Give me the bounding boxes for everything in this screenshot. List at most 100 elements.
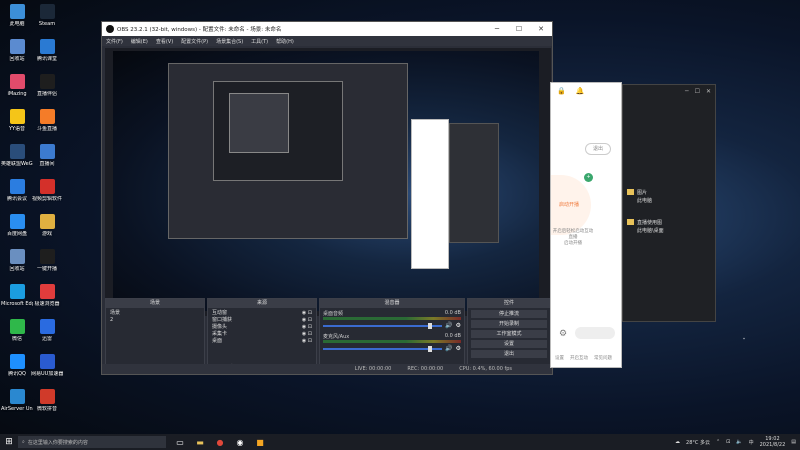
- desktop-icon[interactable]: 游戏: [31, 214, 63, 237]
- scene-item[interactable]: 2: [110, 317, 200, 324]
- app-top-icons: 🔒 🔔: [551, 83, 621, 99]
- desktop-icon[interactable]: 迅雷: [31, 319, 63, 342]
- bottom-link[interactable]: 开启互动: [570, 355, 588, 361]
- desktop-icon[interactable]: AirServer Univers...: [1, 389, 33, 412]
- desktop-icon[interactable]: 腾讯QQ: [1, 354, 33, 377]
- eye-lock-icon[interactable]: ◉ ⊡: [302, 331, 312, 338]
- desktop-icon[interactable]: 腾讯会议: [1, 179, 33, 202]
- source-item[interactable]: 桌面 ◉ ⊡: [212, 338, 312, 345]
- video-editor-icon: [39, 179, 55, 194]
- volume-icon[interactable]: 🔈: [736, 439, 742, 445]
- menu-file[interactable]: 文件(F): [106, 38, 123, 45]
- desktop-icon[interactable]: Microsoft Edge: [1, 284, 33, 307]
- eye-lock-icon[interactable]: ◉ ⊡: [302, 338, 312, 345]
- close-icon[interactable]: ✕: [706, 88, 711, 95]
- obs-logo-icon: [106, 25, 114, 33]
- explorer-item[interactable]: 此电脑: [627, 197, 652, 204]
- network-icon[interactable]: ⊡: [726, 439, 730, 445]
- task-view-icon[interactable]: ▭: [170, 434, 190, 450]
- taskbar-search[interactable]: ⌕ 在这里输入你要搜索的内容: [18, 436, 166, 448]
- obs-preview[interactable]: [105, 48, 551, 316]
- menu-scene-collection[interactable]: 场景集合(S): [216, 38, 243, 45]
- source-item[interactable]: 窗口捕获 ◉ ⊡: [212, 317, 312, 324]
- desktop-icon[interactable]: 斗鱼直播: [31, 109, 63, 132]
- tray-arrow-icon[interactable]: ⌃: [716, 439, 720, 445]
- desktop-icon[interactable]: iMazing: [1, 74, 33, 97]
- desktop-icon-label: 斗鱼直播: [36, 126, 57, 132]
- bottom-link[interactable]: 常见问题: [594, 355, 612, 361]
- obs-window[interactable]: OBS 23.2.1 (32-bit, windows) - 配置文件: 未命名…: [101, 21, 553, 375]
- maximize-icon[interactable]: ☐: [508, 25, 530, 33]
- studio-mode-button[interactable]: 工作室模式: [471, 330, 547, 338]
- scene-item[interactable]: 场景: [110, 310, 200, 317]
- eye-lock-icon[interactable]: ◉ ⊡: [302, 310, 312, 317]
- computer-icon: [9, 4, 25, 19]
- logout-button[interactable]: 退出: [585, 143, 611, 155]
- menu-view[interactable]: 查看(V): [156, 38, 173, 45]
- obs-taskbar-icon[interactable]: ◉: [230, 434, 250, 450]
- nested-explorer: [449, 123, 499, 243]
- bell-icon[interactable]: 🔔: [576, 87, 585, 95]
- gear-icon[interactable]: ⚙: [456, 345, 461, 352]
- desktop-icon[interactable]: 百度网盘: [1, 214, 33, 237]
- ime-indicator[interactable]: 中: [749, 439, 754, 446]
- eye-lock-icon[interactable]: ◉ ⊡: [302, 317, 312, 324]
- menu-help[interactable]: 帮助(H): [276, 38, 294, 45]
- speaker-icon[interactable]: 🔊: [445, 345, 452, 352]
- start-recording-button[interactable]: 开始录制: [471, 320, 547, 328]
- minimize-icon[interactable]: ─: [486, 25, 508, 33]
- gear-icon[interactable]: ⚙: [456, 322, 461, 329]
- toggle-pill[interactable]: [575, 327, 615, 339]
- notification-icon[interactable]: ▤: [791, 439, 796, 445]
- windows-start-icon[interactable]: ⊞: [0, 437, 18, 447]
- live-app-panel[interactable]: 🔒 🔔 退出 + 启动开播 开启后轻松启动互动直播 启动开播 ⚙ 设置 开启互动…: [550, 82, 622, 368]
- source-item[interactable]: 互动窗 ◉ ⊡: [212, 310, 312, 317]
- menu-edit[interactable]: 编辑(E): [131, 38, 148, 45]
- desktop-icon[interactable]: 直播伴侣: [31, 74, 63, 97]
- exit-button[interactable]: 退出: [471, 350, 547, 358]
- speaker-icon[interactable]: 🔊: [445, 322, 452, 329]
- stop-stream-button[interactable]: 停止推流: [471, 310, 547, 318]
- menu-tools[interactable]: 工具(T): [251, 38, 268, 45]
- desktop-icon[interactable]: 视频剪辑软件: [31, 179, 63, 202]
- desktop-icon[interactable]: 回收站: [1, 39, 33, 62]
- cpu-status: CPU: 0.4%, 60.00 fps: [459, 366, 512, 372]
- bottom-link[interactable]: 设置: [555, 355, 564, 361]
- volume-slider[interactable]: 🔊 ⚙: [323, 345, 461, 352]
- minimize-icon[interactable]: ─: [685, 88, 689, 95]
- desktop-icon[interactable]: 英雄联盟WeGame: [1, 144, 33, 167]
- explorer-item[interactable]: 图片: [627, 189, 647, 196]
- desktop-icon[interactable]: YY语音: [1, 109, 33, 132]
- weather-text[interactable]: 28°C 多云: [686, 439, 710, 446]
- desktop-icon[interactable]: 腾讯课堂: [31, 39, 63, 62]
- source-item[interactable]: 摄像头 ◉ ⊡: [212, 324, 312, 331]
- menu-profile[interactable]: 配置文件(P): [181, 38, 208, 45]
- app-taskbar-icon[interactable]: ■: [250, 434, 270, 450]
- explorer-taskbar-icon[interactable]: ▬: [190, 434, 210, 450]
- lock-icon[interactable]: 🔒: [557, 87, 566, 95]
- live-room-icon: [39, 144, 55, 159]
- close-icon[interactable]: ✕: [530, 25, 552, 33]
- desktop-icon[interactable]: 此电脑: [1, 4, 33, 27]
- desktop-icon[interactable]: 极速浏览器: [31, 284, 63, 307]
- desktop-icon[interactable]: Steam: [31, 4, 63, 27]
- desktop-icon[interactable]: 微信: [1, 319, 33, 342]
- maximize-icon[interactable]: ☐: [695, 88, 700, 95]
- obs-titlebar[interactable]: OBS 23.2.1 (32-bit, windows) - 配置文件: 未命名…: [102, 22, 552, 36]
- desktop-icon[interactable]: 直播间: [31, 144, 63, 167]
- gear-icon[interactable]: ⚙: [559, 329, 567, 339]
- source-item[interactable]: 采集卡 ◉ ⊡: [212, 331, 312, 338]
- explorer-item[interactable]: 直播使用图: [627, 219, 662, 226]
- chrome-taskbar-icon[interactable]: ●: [210, 434, 230, 450]
- explorer-item[interactable]: 此电脑\桌面: [627, 227, 664, 234]
- explorer-window[interactable]: ─ ☐ ✕ 图片 此电脑 直播使用图 此电脑\桌面: [622, 84, 716, 322]
- clock[interactable]: 19:02 2021/8/22: [760, 436, 786, 448]
- obs-dock: 场景 场景 2 + − ⌃ ⌄ 来源 互动窗◉ ⊡窗口捕获◉ ⊡摄像头◉ ⊡采集…: [105, 298, 551, 374]
- desktop-icon[interactable]: 回收站: [1, 249, 33, 272]
- desktop-icon[interactable]: 一键开播: [31, 249, 63, 272]
- eye-lock-icon[interactable]: ◉ ⊡: [302, 324, 312, 331]
- desktop-icon[interactable]: 网易UU加速器: [31, 354, 63, 377]
- settings-button[interactable]: 设置: [471, 340, 547, 348]
- volume-slider[interactable]: 🔊 ⚙: [323, 322, 461, 329]
- desktop-icon[interactable]: 微软拼音: [31, 389, 63, 412]
